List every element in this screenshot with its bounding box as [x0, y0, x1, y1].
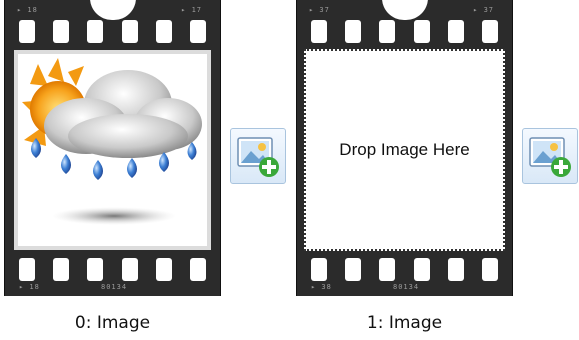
add-image-icon: [529, 137, 571, 177]
film-notch: [89, 0, 136, 20]
frame-0: ▸ 18 ▸ 17 ▸ 18 80134: [4, 0, 221, 296]
sprocket-holes-top: [311, 20, 498, 43]
add-image-icon: [237, 137, 279, 177]
film-notch: [381, 0, 428, 20]
image-slot-0[interactable]: [14, 50, 211, 250]
add-image-button[interactable]: [522, 128, 578, 184]
frame-caption: 1: Image: [366, 313, 443, 333]
frame-caption: 0: Image: [74, 313, 151, 333]
sprocket-holes-top: [19, 20, 206, 43]
frame-1: ▸ 37 ▸ 37 Drop Image Here ▸ 38 80134: [296, 0, 513, 296]
drop-zone[interactable]: Drop Image Here: [304, 49, 505, 251]
film-strip: ▸ 37 ▸ 37 Drop Image Here ▸ 38 80134: [296, 0, 513, 296]
film-edge-code: ▸ 38: [311, 283, 332, 291]
film-strip: ▸ 18 ▸ 17 ▸ 18 80134: [4, 0, 221, 296]
film-edge-code: ▸ 17: [181, 6, 202, 14]
film-edge-code: ▸ 18: [17, 6, 38, 14]
film-edge-code: 80134: [101, 283, 128, 291]
film-edge-code: ▸ 18: [19, 283, 40, 291]
film-edge-code: ▸ 37: [473, 6, 494, 14]
sprocket-holes-bottom: [19, 258, 206, 281]
drop-zone-label: Drop Image Here: [339, 140, 470, 159]
sprocket-holes-bottom: [311, 258, 498, 281]
add-image-button[interactable]: [230, 128, 286, 184]
weather-rain-cloud-sun-icon: [22, 58, 202, 225]
film-edge-code: ▸ 37: [309, 6, 330, 14]
film-edge-code: 80134: [393, 283, 420, 291]
